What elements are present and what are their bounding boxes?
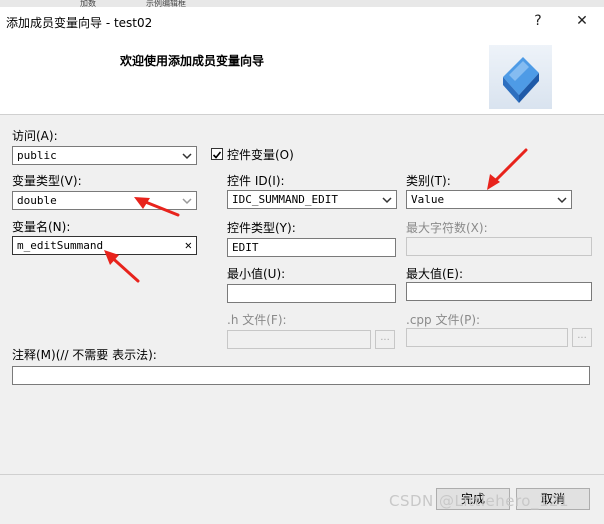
comment-input[interactable] [12,366,590,385]
var-name-value: m_editSummand [17,239,104,252]
control-id-combobox[interactable]: IDC_SUMMAND_EDIT [227,190,397,209]
red-arrow-icon [488,148,528,188]
clear-icon[interactable]: ✕ [185,237,192,254]
control-var-label: 控件变量(O) [227,148,294,162]
access-label: 访问(A): [12,129,58,143]
comment-label: 注释(M)(// 不需要 表示法): [12,348,157,362]
checkmark-icon [212,151,222,159]
min-value-input[interactable] [227,284,396,303]
max-value-label: 最大值(E): [406,267,463,281]
welcome-heading: 欢迎使用添加成员变量向导 [120,54,265,68]
cpp-file-label: .cpp 文件(P): [406,313,481,327]
wizard-logo [489,45,552,109]
var-name-label: 变量名(N): [12,220,71,234]
background-tab-label: 加数 [80,0,96,7]
chevron-down-icon [382,197,392,204]
close-button[interactable]: ✕ [572,10,592,32]
window-title: 添加成员变量向导 - test02 [6,16,153,30]
max-chars-input[interactable] [406,237,592,256]
chevron-down-icon [557,197,567,204]
control-id-label: 控件 ID(I): [227,174,285,188]
h-file-input[interactable] [227,330,371,349]
chevron-down-icon [182,153,192,160]
background-tab-label: 示例编辑框 [146,0,186,7]
var-type-value: double [17,194,57,207]
watermark-text: CSDN @Littlehero_121 [389,492,570,510]
access-combobox[interactable]: public [12,146,197,165]
chevron-down-icon [182,198,192,205]
cpp-file-input[interactable] [406,328,568,347]
control-id-value: IDC_SUMMAND_EDIT [232,193,338,206]
footer-divider [0,474,604,475]
access-value: public [17,149,57,162]
control-var-checkbox[interactable] [211,148,223,160]
cube-icon [503,57,539,103]
var-type-combobox[interactable]: double [12,191,197,210]
control-type-field[interactable]: EDIT [227,238,396,257]
min-value-label: 最小值(U): [227,267,286,281]
control-type-label: 控件类型(Y): [227,221,296,235]
category-combobox[interactable]: Value [406,190,572,209]
max-value-input[interactable] [406,282,592,301]
var-name-input[interactable]: m_editSummand ✕ [12,236,197,255]
help-button[interactable]: ? [528,10,548,32]
max-chars-label: 最大字符数(X): [406,221,488,235]
category-value: Value [411,193,445,206]
var-type-label: 变量类型(V): [12,174,82,188]
cpp-file-browse-button[interactable]: ... [572,328,592,347]
control-type-value: EDIT [232,241,259,254]
red-arrow-icon [106,252,140,283]
category-label: 类别(T): [406,174,451,188]
h-file-browse-button[interactable]: ... [375,330,395,349]
h-file-label: .h 文件(F): [227,313,287,327]
